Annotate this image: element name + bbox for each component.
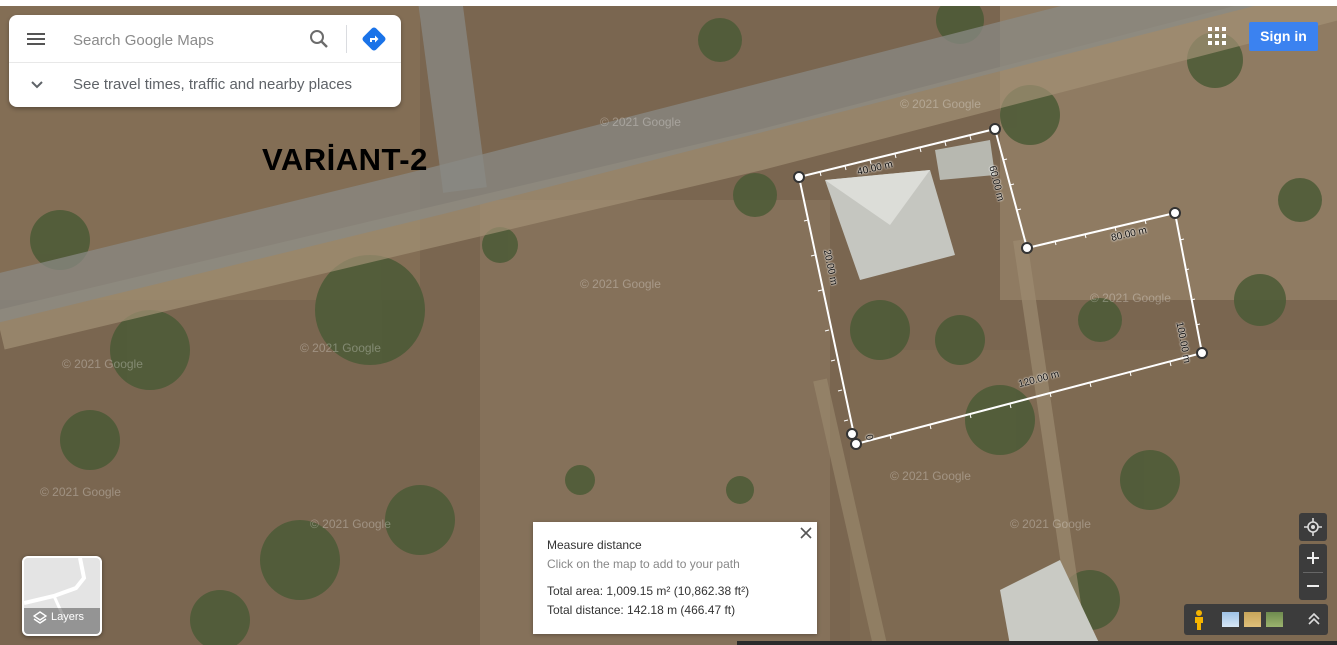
search-row bbox=[9, 15, 401, 62]
zoom-out-icon[interactable] bbox=[1299, 572, 1327, 600]
travel-prompt: See travel times, traffic and nearby pla… bbox=[73, 76, 353, 93]
measure-subtitle: Click on the map to add to your path bbox=[547, 557, 740, 571]
close-icon[interactable] bbox=[798, 525, 814, 541]
travel-times-row[interactable]: See travel times, traffic and nearby pla… bbox=[9, 63, 401, 107]
total-area: Total area: 1,009.15 m² (10,862.38 ft²) bbox=[547, 584, 750, 598]
search-separator bbox=[346, 25, 347, 53]
svg-text:© 2021 Google: © 2021 Google bbox=[300, 341, 381, 355]
svg-text:© 2021 Google: © 2021 Google bbox=[310, 517, 391, 531]
chevron-down-icon bbox=[28, 75, 46, 93]
search-card: See travel times, traffic and nearby pla… bbox=[9, 15, 401, 107]
menu-icon[interactable] bbox=[25, 29, 47, 49]
imagery-thumb-terrain[interactable] bbox=[1222, 612, 1239, 627]
svg-text:© 2021 Google: © 2021 Google bbox=[62, 357, 143, 371]
expand-icon[interactable] bbox=[1306, 611, 1322, 627]
layers-icon bbox=[32, 611, 48, 625]
svg-text:© 2021 Google: © 2021 Google bbox=[40, 485, 121, 499]
sign-in-button[interactable]: Sign in bbox=[1249, 22, 1318, 51]
svg-text:© 2021 Google: © 2021 Google bbox=[600, 115, 681, 129]
top-strip bbox=[0, 0, 1337, 6]
total-distance: Total distance: 142.18 m (466.47 ft) bbox=[547, 603, 736, 617]
svg-text:© 2021 Google: © 2021 Google bbox=[580, 277, 661, 291]
svg-text:© 2021 Google: © 2021 Google bbox=[900, 97, 981, 111]
pegman-icon[interactable] bbox=[1190, 609, 1208, 631]
directions-icon[interactable] bbox=[361, 26, 387, 52]
overlay-title: VARİANT-2 bbox=[262, 142, 428, 177]
imagery-thumb-desert[interactable] bbox=[1244, 612, 1261, 627]
layers-button[interactable]: Layers bbox=[22, 556, 102, 636]
layers-label: Layers bbox=[51, 611, 85, 623]
measure-distance-panel: Measure distance Click on the map to add… bbox=[533, 522, 817, 634]
apps-icon[interactable] bbox=[1208, 27, 1228, 47]
zoom-in-icon[interactable] bbox=[1299, 544, 1327, 572]
search-icon[interactable] bbox=[307, 27, 331, 51]
my-location-icon[interactable] bbox=[1299, 513, 1327, 541]
bottom-controls bbox=[1184, 604, 1328, 635]
svg-text:© 2021 Google: © 2021 Google bbox=[1090, 291, 1171, 305]
measure-title: Measure distance bbox=[547, 538, 642, 552]
svg-text:© 2021 Google: © 2021 Google bbox=[890, 469, 971, 483]
search-input[interactable] bbox=[71, 27, 305, 53]
imagery-thumb-green[interactable] bbox=[1266, 612, 1283, 627]
zoom-controls bbox=[1299, 544, 1327, 600]
footer-bar bbox=[737, 641, 1337, 645]
svg-text:© 2021 Google: © 2021 Google bbox=[1010, 517, 1091, 531]
